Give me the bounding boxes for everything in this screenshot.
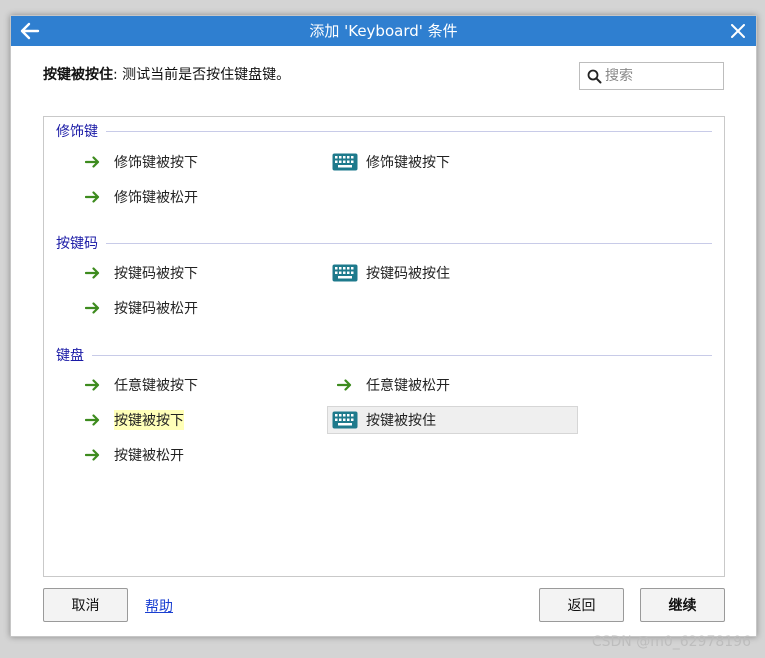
list-item-keycode-held[interactable]: 按键码被按住 (332, 259, 450, 287)
group-title-keyboard: 键盘 (56, 348, 84, 364)
dialog-title: 添加 'Keyboard' 条件 (309, 22, 458, 40)
condition-list-panel: 修饰键 修饰键被按下 修饰键被按下 修饰键被松开 按键码 按键码被按下 按键码被… (43, 116, 725, 577)
arrow-right-icon (80, 298, 106, 318)
list-item-keycode-pressed[interactable]: 按键码被按下 (80, 259, 198, 287)
group-divider (106, 243, 712, 244)
add-condition-dialog: 添加 'Keyboard' 条件 按键被按住: 测试当前是否按住键盘键。 修饰键 (10, 15, 757, 637)
arrow-right-icon (80, 263, 106, 283)
list-item-label: 任意键被松开 (366, 378, 450, 394)
list-item-key-pressed[interactable]: 按键被按下 (80, 406, 184, 434)
arrow-right-icon (80, 375, 106, 395)
arrow-right-icon (80, 410, 106, 430)
search-icon (583, 63, 605, 89)
list-item-keycode-released[interactable]: 按键码被松开 (80, 294, 198, 322)
list-item-key-released[interactable]: 按键被松开 (80, 441, 184, 469)
list-item-modifier-pressed[interactable]: 修饰键被按下 (80, 148, 198, 176)
arrow-right-icon (332, 375, 358, 395)
list-item-label: 按键码被松开 (114, 301, 198, 317)
arrow-right-icon (80, 152, 106, 172)
condition-description: 按键被按住: 测试当前是否按住键盘键。 (43, 64, 290, 84)
list-item-label: 修饰键被松开 (114, 190, 198, 206)
list-item-label: 修饰键被按下 (366, 155, 450, 171)
search-box[interactable] (579, 62, 724, 90)
list-item-label: 按键被松开 (114, 448, 184, 464)
list-item-any-key-pressed[interactable]: 任意键被按下 (80, 371, 198, 399)
list-item-label: 按键被按住 (366, 413, 436, 429)
back-arrow-button[interactable] (17, 19, 43, 43)
back-arrow-icon (20, 22, 40, 40)
help-link[interactable]: 帮助 (145, 596, 173, 616)
list-item-label: 任意键被按下 (114, 378, 198, 394)
group-title-modifier-keys: 修饰键 (56, 124, 98, 140)
arrow-right-icon (80, 445, 106, 465)
keyboard-icon (332, 410, 358, 430)
list-item-any-key-released[interactable]: 任意键被松开 (332, 371, 450, 399)
back-button[interactable]: 返回 (539, 588, 624, 622)
group-divider (92, 355, 712, 356)
group-divider (106, 131, 712, 132)
continue-button[interactable]: 继续 (640, 588, 725, 622)
cancel-button[interactable]: 取消 (43, 588, 128, 622)
keyboard-icon (332, 152, 358, 172)
list-item-label: 按键码被按下 (114, 266, 198, 282)
title-bar: 添加 'Keyboard' 条件 (11, 16, 756, 46)
description-label: 按键被按住 (43, 67, 113, 83)
close-button[interactable] (726, 19, 750, 43)
description-text: : 测试当前是否按住键盘键。 (113, 67, 291, 83)
keyboard-icon (332, 263, 358, 283)
close-icon (731, 24, 745, 38)
search-input[interactable] (605, 68, 715, 84)
list-item-modifier-pressed-keyboard[interactable]: 修饰键被按下 (332, 148, 450, 176)
group-title-keycode: 按键码 (56, 236, 98, 252)
list-item-label: 按键码被按住 (366, 266, 450, 282)
arrow-right-icon (80, 187, 106, 207)
list-item-label: 按键被按下 (114, 410, 184, 430)
watermark: CSDN @m0_62978196 (591, 634, 751, 650)
list-item-label: 修饰键被按下 (114, 155, 198, 171)
list-item-modifier-released[interactable]: 修饰键被松开 (80, 183, 198, 211)
list-item-key-held[interactable]: 按键被按住 (327, 406, 578, 434)
